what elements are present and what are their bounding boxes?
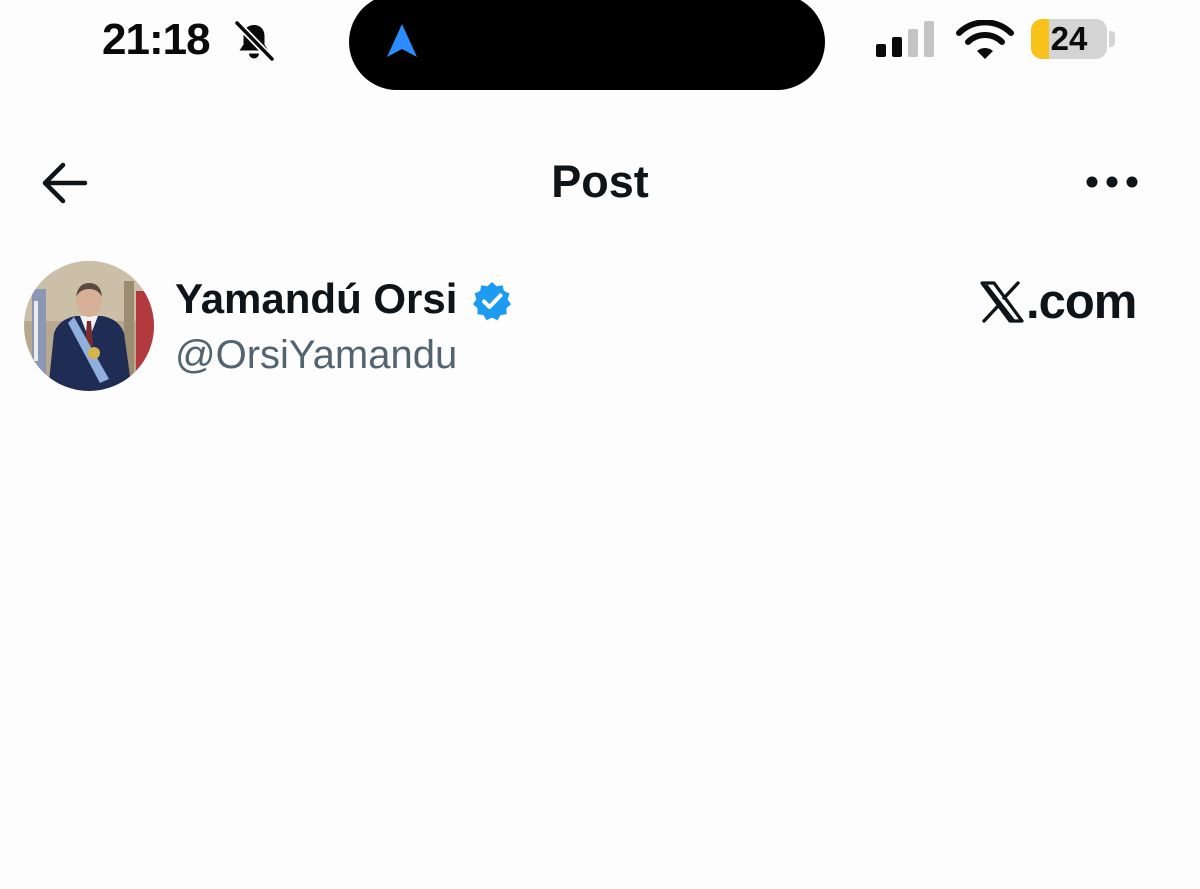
post-screen: 21:18 24 Post Yamandú Orsi @OrsiYamandu …: [0, 0, 1200, 889]
battery-icon: 24: [1031, 19, 1107, 59]
verified-badge-icon: [473, 282, 511, 321]
author-handle[interactable]: @OrsiYamandu: [175, 330, 457, 380]
watermark-text: .com: [1026, 275, 1137, 329]
author-name[interactable]: Yamandú Orsi: [175, 274, 457, 324]
navigation-arrow-icon: [387, 24, 417, 57]
x-logo-icon: [980, 281, 1024, 323]
wifi-icon: [956, 20, 1014, 59]
battery-cap: [1109, 31, 1115, 47]
status-time: 21:18: [102, 15, 211, 64]
battery-level: 24: [1050, 20, 1088, 57]
page-title: Post: [551, 156, 649, 207]
cellular-signal-icon: [876, 21, 934, 57]
x-com-watermark: .com: [980, 275, 1137, 329]
avatar[interactable]: [24, 261, 154, 391]
bell-slash-icon: [233, 20, 276, 62]
ellipsis-icon[interactable]: [1080, 160, 1144, 204]
